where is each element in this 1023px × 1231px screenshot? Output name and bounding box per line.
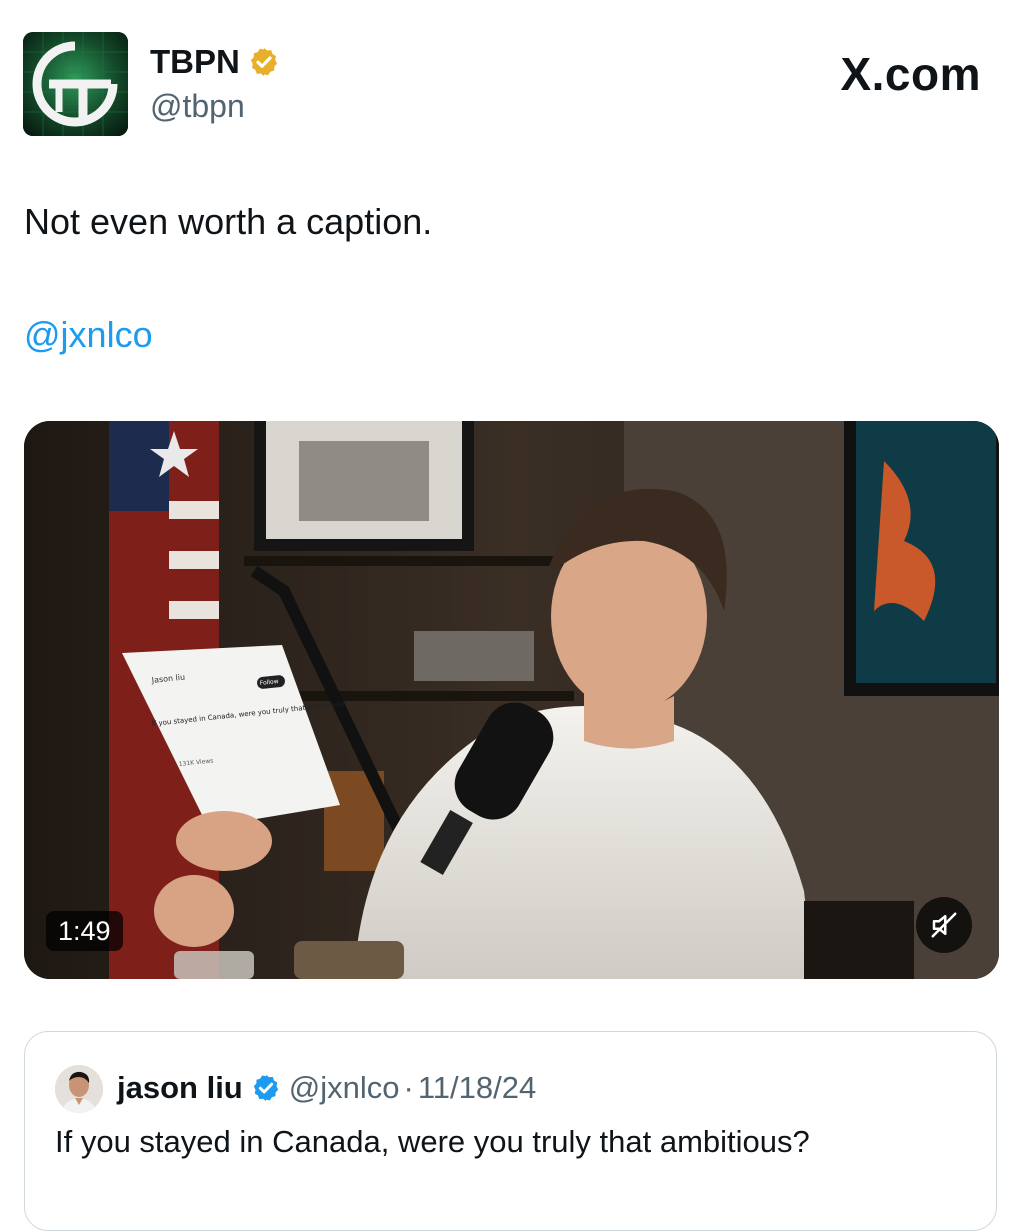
quote-author-name[interactable]: jason liu — [117, 1068, 243, 1108]
video-duration: 1:49 — [46, 911, 123, 951]
author-name-label: TBPN — [150, 43, 240, 80]
author-name[interactable]: TBPN — [150, 42, 280, 82]
tbpn-avatar[interactable] — [23, 32, 128, 136]
jason-liu-avatar-icon — [55, 1065, 103, 1113]
quote-text: If you stayed in Canada, were you truly … — [55, 1124, 810, 1159]
quote-handle[interactable]: @jxnlco — [289, 1068, 400, 1108]
quote-date[interactable]: 11/18/24 — [418, 1068, 536, 1108]
author-handle[interactable]: @tbpn — [150, 86, 245, 126]
mention-link[interactable]: @jxnlco — [24, 313, 153, 357]
quoted-post[interactable]: jason liu @jxnlco · 11/18/24 If you stay… — [24, 1031, 997, 1231]
quote-header: jason liu @jxnlco · 11/18/24 — [117, 1068, 536, 1108]
blue-verified-badge-icon — [253, 1074, 278, 1102]
mute-button[interactable] — [916, 897, 972, 953]
site-label: X.com — [840, 48, 981, 100]
tbpn-logo-icon — [23, 32, 128, 136]
video-player[interactable]: Jason liu Follow If you stayed in Canada… — [24, 421, 999, 979]
quote-avatar[interactable] — [55, 1065, 103, 1113]
quote-separator: · — [403, 1070, 414, 1105]
post-text: Not even worth a caption. — [24, 201, 433, 242]
speaker-muted-icon — [931, 912, 957, 938]
video-frame: Jason liu Follow If you stayed in Canada… — [24, 421, 999, 979]
gold-verified-badge-icon — [250, 48, 277, 76]
